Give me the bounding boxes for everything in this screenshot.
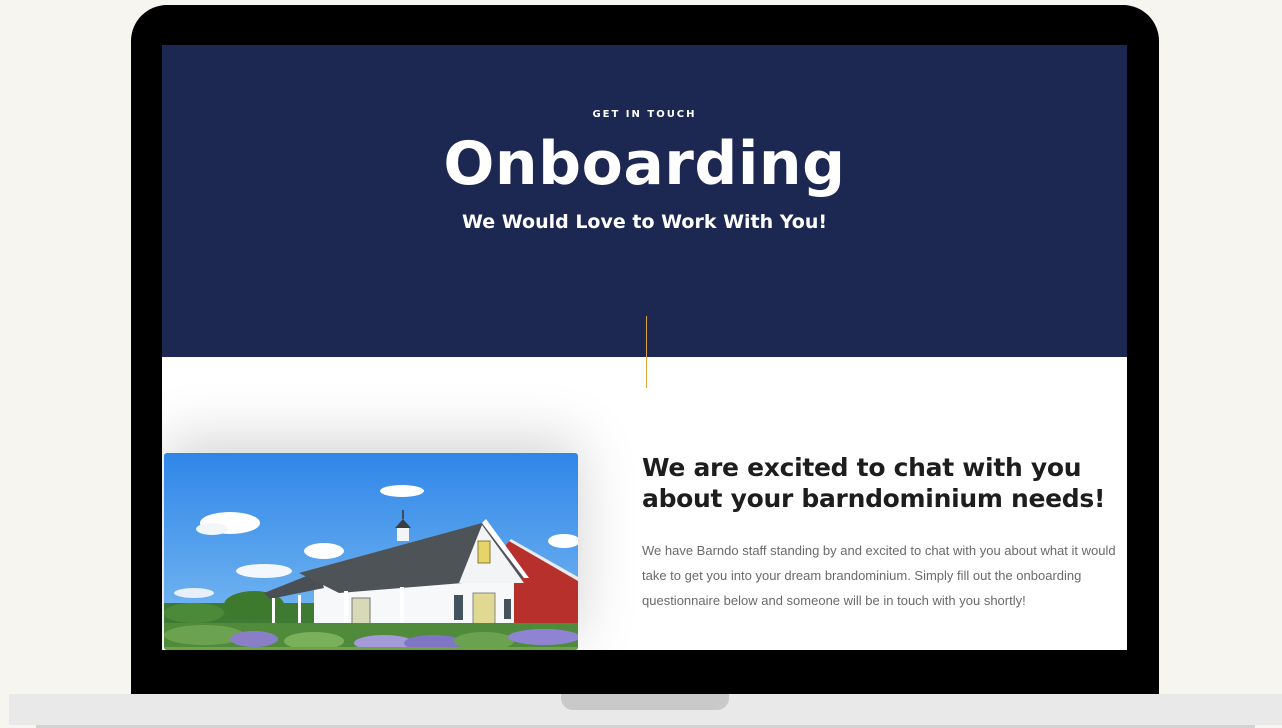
laptop-notch bbox=[561, 694, 729, 710]
website-screen: GET IN TOUCH Onboarding We Would Love to… bbox=[162, 45, 1127, 650]
accent-divider bbox=[646, 316, 647, 388]
intro-heading: We are excited to chat with you about yo… bbox=[642, 453, 1106, 513]
barn-house-photo bbox=[164, 453, 578, 650]
hero-section: GET IN TOUCH Onboarding We Would Love to… bbox=[162, 45, 1127, 357]
hero-subtitle: We Would Love to Work With You! bbox=[461, 211, 828, 233]
hero-eyebrow: GET IN TOUCH bbox=[592, 109, 697, 120]
page-title: Onboarding bbox=[443, 129, 846, 199]
intro-paragraph: We have Barndo staff standing by and exc… bbox=[642, 543, 1116, 608]
